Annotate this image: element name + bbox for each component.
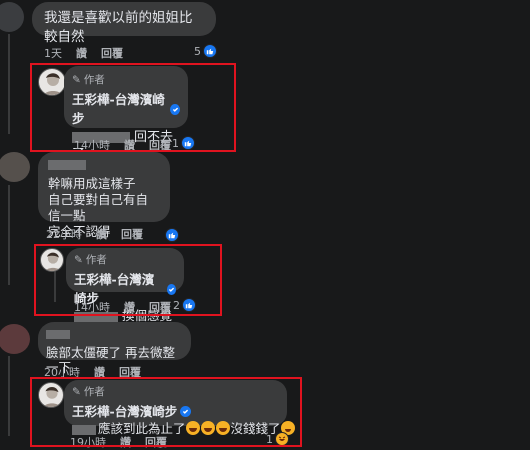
like-button[interactable]: 讚 — [94, 364, 105, 380]
reply-button[interactable]: 回覆 — [101, 45, 123, 61]
author-name[interactable]: 王彩樺-台灣濱崎步 — [72, 90, 180, 128]
reply-button[interactable]: 回覆 — [119, 364, 141, 380]
comment-text: 我還是喜歡以前的姐姐比較自然 — [44, 10, 193, 45]
like-button[interactable]: 讚 — [96, 226, 107, 242]
pencil-icon: ✎ — [72, 386, 81, 398]
reply-button[interactable]: 回覆 — [145, 434, 167, 450]
comment-time[interactable]: 19小時 — [70, 434, 106, 450]
comment-actions: 14小時 讚 回覆 — [74, 137, 171, 153]
commenter-avatar[interactable] — [0, 324, 30, 354]
comment-time[interactable]: 14小時 — [74, 137, 110, 153]
thread-line — [8, 185, 10, 285]
author-avatar[interactable] — [40, 248, 64, 272]
comment-actions: 22小時 讚 回覆 — [46, 226, 143, 242]
like-button[interactable]: 讚 — [76, 45, 87, 61]
author-name[interactable]: 王彩樺-台灣濱崎步 — [72, 402, 279, 421]
author-badge: ✎ 作者 — [72, 383, 279, 402]
author-badge: ✎ 作者 — [72, 71, 180, 90]
reaction-summary[interactable]: 2 — [173, 298, 196, 312]
reaction-summary[interactable]: 1 — [266, 432, 289, 446]
thumbs-up-icon — [165, 228, 179, 242]
comment-text: 自己要對自己有自信一點 — [48, 192, 149, 223]
thread-line — [8, 356, 10, 436]
author-reply-bubble: ✎ 作者 王彩樺-台灣濱崎步 回不去了 老了 — [64, 66, 188, 179]
author-reply-bubble: ✎ 作者 王彩樺-台灣濱崎步 換個感覺 — [66, 248, 184, 337]
verified-badge-icon — [170, 103, 180, 115]
thumbs-up-icon — [203, 44, 217, 58]
comment-bubble: 臉部太僵硬了 再去微整一下 — [38, 322, 191, 375]
reaction-summary[interactable]: 5 — [194, 44, 217, 58]
mentioned-name[interactable] — [72, 424, 96, 435]
reaction-count: 1 — [266, 432, 273, 446]
laugh-reaction-icon — [275, 432, 289, 446]
comment-actions: 14小時 讚 回覆 — [74, 299, 171, 315]
commenter-avatar[interactable] — [0, 2, 24, 32]
comment-bubble: 我還是喜歡以前的姐姐比較自然 — [32, 2, 216, 45]
pencil-icon: ✎ — [74, 254, 83, 266]
reaction-summary[interactable]: 1 — [172, 136, 195, 150]
comment-actions: 19小時 讚 回覆 — [70, 434, 167, 450]
comment-text: 幹嘛用成這樣子 — [48, 176, 136, 191]
author-avatar[interactable] — [38, 382, 64, 408]
comment-time[interactable]: 14小時 — [74, 299, 110, 315]
comment-time[interactable]: 22小時 — [46, 226, 82, 242]
like-button[interactable]: 讚 — [124, 299, 135, 315]
reaction-count: 1 — [172, 136, 179, 150]
author-avatar[interactable] — [38, 68, 66, 96]
rofl-emoji-icon — [200, 421, 215, 435]
thumbs-up-icon — [182, 298, 196, 312]
reaction-count: 2 — [173, 298, 180, 312]
commenter-name[interactable] — [46, 329, 70, 339]
thread-line — [8, 34, 10, 134]
commenter-avatar[interactable] — [0, 152, 30, 182]
pencil-icon: ✎ — [72, 74, 81, 86]
comment-actions: 1天 讚 回覆 — [44, 45, 123, 61]
comment-time[interactable]: 1天 — [44, 45, 62, 61]
reply-button[interactable]: 回覆 — [149, 137, 171, 153]
reaction-count: 5 — [194, 44, 201, 58]
author-reply-bubble: ✎ 作者 王彩樺-台灣濱崎步 應該到此為止了 沒錢錢了 — [64, 380, 295, 436]
thumbs-up-icon — [181, 136, 195, 150]
comment-actions: 20小時 讚 回覆 — [44, 364, 141, 380]
commenter-name[interactable] — [48, 159, 86, 170]
author-badge: ✎ 作者 — [74, 251, 176, 270]
rofl-emoji-icon — [215, 421, 230, 435]
comment-time[interactable]: 20小時 — [44, 364, 80, 380]
like-button[interactable]: 讚 — [124, 137, 135, 153]
verified-badge-icon — [180, 406, 192, 417]
verified-badge-icon — [166, 283, 176, 295]
rofl-emoji-icon — [185, 421, 200, 435]
reply-button[interactable]: 回覆 — [149, 299, 171, 315]
reply-button[interactable]: 回覆 — [121, 226, 143, 242]
comment-bubble: 幹嘛用成這樣子 自己要對自己有自信一點 完全不認得 — [38, 152, 170, 239]
like-button[interactable]: 讚 — [120, 434, 131, 450]
reaction-summary[interactable] — [165, 228, 179, 242]
